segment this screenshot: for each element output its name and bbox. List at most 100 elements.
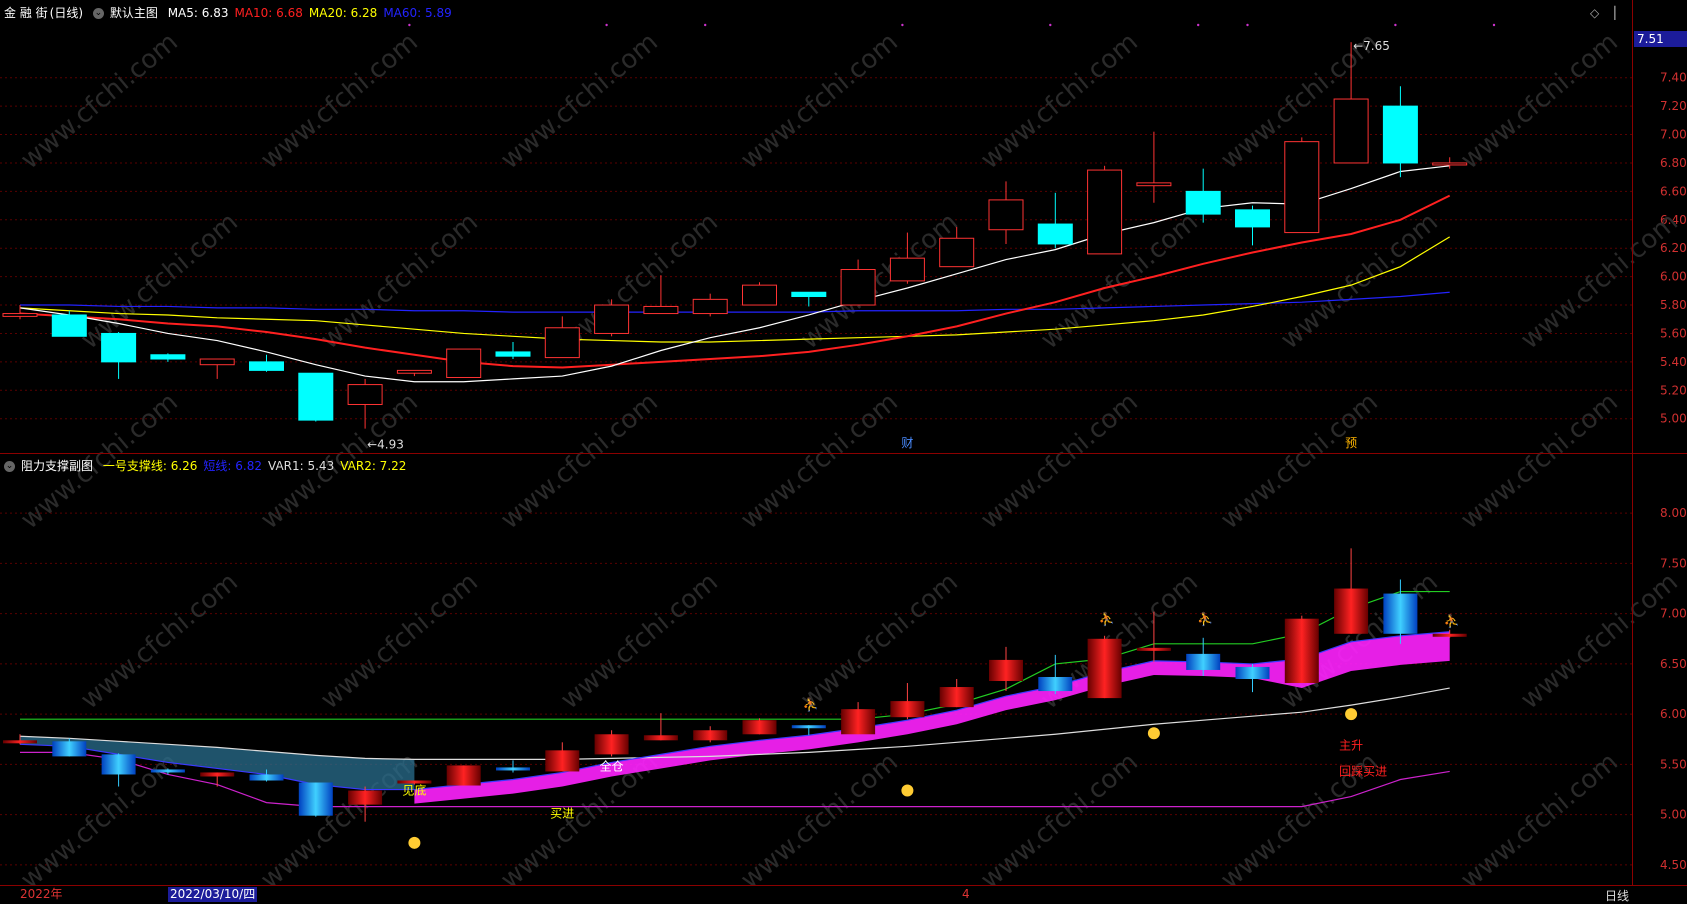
price-tick-label: 7.00 xyxy=(1660,128,1687,142)
watermark-text: www.cfchi.com xyxy=(15,747,184,895)
signal-dot xyxy=(1049,23,1052,27)
candle-body xyxy=(889,257,925,282)
sub-candle-body xyxy=(101,754,136,775)
watermark-text: www.cfchi.com xyxy=(795,567,964,715)
watermark-text: www.cfchi.com xyxy=(1515,207,1684,355)
candle-body xyxy=(298,372,334,421)
current-price-tag: 7.51 xyxy=(1634,31,1687,47)
month-label: 4 xyxy=(962,887,970,901)
sub-candle-body xyxy=(643,735,678,741)
signal-label: 见底 xyxy=(402,783,426,798)
candle-body xyxy=(1235,209,1270,228)
runner-icon: ⛹ xyxy=(1197,611,1213,628)
sub-tick-label: 6.50 xyxy=(1660,657,1687,671)
candle-body xyxy=(643,305,679,315)
signal-label: 主升 xyxy=(1339,738,1363,752)
kline-chart[interactable]: 7.407.207.006.806.606.406.206.005.805.60… xyxy=(0,0,1687,903)
close-icon[interactable]: ▕ xyxy=(1606,6,1615,20)
watermark-text: www.cfchi.com xyxy=(75,567,244,715)
sub-candle-body xyxy=(594,734,629,755)
watermark-text: www.cfchi.com xyxy=(495,387,664,535)
ma-legend-item: MA20: 6.28 xyxy=(308,6,378,20)
watermark-text: www.cfchi.com xyxy=(75,207,244,355)
signal-dot xyxy=(408,23,411,27)
sub-candle-body xyxy=(249,774,284,781)
signal-dot xyxy=(1197,23,1200,27)
candle-body xyxy=(939,237,975,268)
price-tick-label: 6.80 xyxy=(1660,156,1687,170)
low-marker: ←4.93 xyxy=(367,438,404,452)
watermark-text: www.cfchi.com xyxy=(255,27,424,175)
sub-candle-body xyxy=(1186,653,1221,670)
sub-candle-body xyxy=(1334,588,1369,634)
sub-candle-body xyxy=(200,772,235,777)
sub-candle-body xyxy=(1235,666,1270,679)
sub-green-line xyxy=(20,590,1450,720)
sub-candle-body xyxy=(1136,647,1171,651)
collapse-icon[interactable]: ⌄ xyxy=(4,461,15,472)
sub-candle-body xyxy=(150,769,185,773)
watermark-text: www.cfchi.com xyxy=(735,747,904,895)
watermark-text: www.cfchi.com xyxy=(15,27,184,175)
candle-body xyxy=(594,304,630,334)
ma20-line xyxy=(19,236,1451,343)
sub-candle-body xyxy=(1383,593,1418,634)
chart-window[interactable]: 7.40 7.20 7.00 6.80 6.60 6.40 6.20 6.00 5.80 5.60… xyxy=(0,0,1687,904)
signal-dot xyxy=(1492,23,1496,27)
watermark-text: www.cfchi.com xyxy=(1455,747,1624,895)
ma5-line xyxy=(19,165,1450,383)
collapse-icon[interactable]: ⌄ xyxy=(92,8,104,19)
diamond-icon[interactable]: ◇ xyxy=(1590,6,1599,20)
stock-name[interactable]: 金 融 街 xyxy=(4,6,48,20)
price-tick-label: 5.20 xyxy=(1660,383,1687,397)
price-tick-label: 5.40 xyxy=(1660,355,1687,369)
candle-body xyxy=(101,332,137,363)
main-panel-header: 金 融 街 (日线) ⌄ 默认主图 MA5: 6.83 MA10: 6.68 MA20:… xyxy=(4,5,464,21)
candle-body xyxy=(692,298,728,315)
cursor-date: 2022/03/10/四 xyxy=(168,887,258,902)
candle-body xyxy=(396,369,432,374)
signal-dot xyxy=(605,23,608,27)
ma-legend-item: MA60: 5.89 xyxy=(383,6,452,20)
candle-body xyxy=(1185,190,1221,215)
period-label[interactable]: 日线 xyxy=(1605,887,1629,904)
watermark-text: www.cfchi.com xyxy=(1455,387,1624,535)
year-label: 2022年 xyxy=(20,887,63,901)
sub-candle-body xyxy=(298,782,333,816)
candle-body xyxy=(249,361,284,371)
sub-candle-body xyxy=(52,741,87,757)
sub-candle-body xyxy=(693,730,728,741)
price-tick-label: 5.00 xyxy=(1660,412,1687,426)
sub-candle-body xyxy=(890,701,925,718)
sub-tick-label: 5.00 xyxy=(1660,808,1687,822)
sub-tick-label: 5.50 xyxy=(1660,757,1687,771)
ma-legend: MA5: 6.83 MA10: 6.68 MA20: 6.28 MA60: 5.89 xyxy=(168,6,458,20)
high-marker: ←7.65 xyxy=(1353,39,1390,53)
watermark-text: www.cfchi.com xyxy=(795,207,964,355)
price-tick-label: 5.80 xyxy=(1660,298,1687,312)
watermark-text: www.cfchi.com xyxy=(975,387,1144,535)
signal-dot xyxy=(1246,23,1249,27)
money-bag-icon xyxy=(1147,727,1160,740)
watermark-text: www.cfchi.com xyxy=(975,747,1144,895)
sub-indicator-name[interactable]: 阻力支撑副图 xyxy=(21,459,93,473)
sub-legend-item: 短线: 6.82 xyxy=(203,459,262,473)
sub-candle-body xyxy=(791,725,826,729)
sub-tick-label: 6.00 xyxy=(1660,707,1687,721)
sub-candle-body xyxy=(3,740,37,744)
candle-body xyxy=(544,327,580,359)
panel-divider[interactable] xyxy=(0,453,1687,454)
money-bag-icon xyxy=(901,784,914,797)
main-indicator-name[interactable]: 默认主图 xyxy=(110,6,158,20)
candle-body xyxy=(347,384,383,405)
candle-body xyxy=(2,313,38,317)
sub-legend-item: 一号支撑线: 6.26 xyxy=(102,459,198,473)
candle-body xyxy=(1037,223,1073,245)
sub-candle-body xyxy=(989,659,1023,682)
watermark-text: www.cfchi.com xyxy=(1215,387,1384,535)
candle-body xyxy=(840,269,876,306)
sub-legend: 一号支撑线: 6.26 短线: 6.82 VAR1: 5.43 VAR2: 7.22 xyxy=(103,459,413,473)
sub-candle-body xyxy=(939,687,974,708)
ma-legend-item: MA10: 6.68 xyxy=(234,6,303,20)
price-axis-divider xyxy=(1632,0,1633,903)
